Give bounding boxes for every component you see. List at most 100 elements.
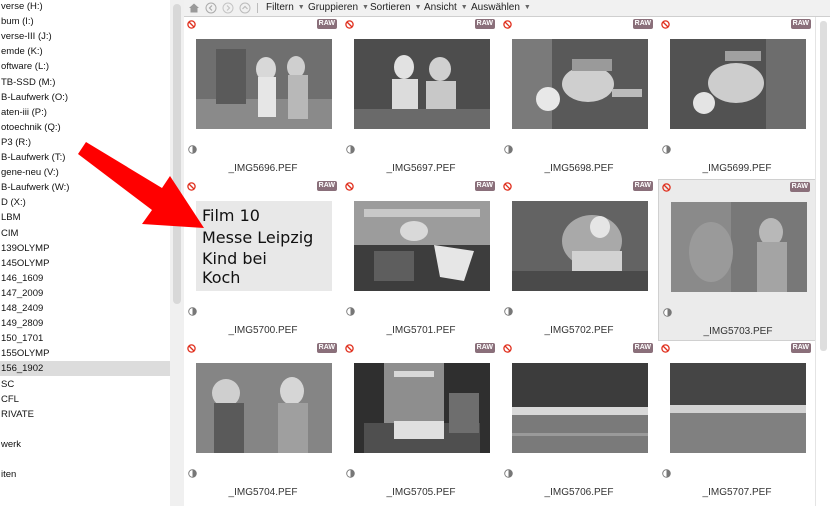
handwriting-line: Koch [202, 268, 240, 287]
thumbnail-cell[interactable]: RAW _IMG5707.PEF [658, 341, 815, 503]
sidebar-folder-item[interactable]: gene-neu (V:) [0, 165, 170, 180]
sidebar-folder-item[interactable]: B-Laufwerk (W:) [0, 180, 170, 195]
sidebar-folder-item[interactable]: CFL [0, 392, 170, 407]
half-circle-icon[interactable] [346, 307, 355, 316]
reject-flag-icon[interactable] [187, 344, 196, 353]
sidebar-folder-item[interactable]: bum (I:) [0, 14, 170, 29]
sidebar-folder-item[interactable] [0, 452, 170, 467]
thumbnail-image[interactable]: Film 10 Messe Leipzig Kind bei Koch [196, 201, 332, 291]
thumbnail-image[interactable] [354, 201, 490, 291]
thumbnail-image[interactable] [196, 363, 332, 453]
sidebar-folder-item[interactable]: 148_2409 [0, 301, 170, 316]
sidebar-folder-item[interactable]: LBM [0, 210, 170, 225]
thumbnail-filename: _IMG5706.PEF [544, 487, 614, 498]
sidebar-folder-item[interactable]: RIVATE [0, 407, 170, 422]
sidebar-scrollbar[interactable] [170, 0, 184, 506]
thumbnail-image[interactable] [354, 39, 490, 129]
sidebar-folder-item[interactable]: aten-iii (P:) [0, 105, 170, 120]
thumbnail-cell[interactable]: RAW _IMG5696.PEF [184, 17, 342, 179]
thumbnail-cell[interactable]: RAW _IMG5703.PEF [658, 179, 815, 341]
grid-scrollbar[interactable] [815, 17, 830, 506]
sidebar-scrollbar-thumb[interactable] [173, 4, 181, 304]
reject-flag-icon[interactable] [345, 20, 354, 29]
sidebar-folder-item[interactable]: B-Laufwerk (O:) [0, 90, 170, 105]
thumbnail-image[interactable] [512, 39, 648, 129]
reject-flag-icon[interactable] [345, 344, 354, 353]
sidebar-folder-item[interactable]: 156_1902 [0, 361, 170, 377]
half-circle-icon[interactable] [346, 469, 355, 478]
sidebar-folder-item[interactable]: 139OLYMP [0, 241, 170, 256]
thumbnail-image[interactable] [670, 39, 806, 129]
raw-badge: RAW [632, 19, 653, 29]
thumbnail-image[interactable] [671, 202, 807, 292]
reject-flag-icon[interactable] [661, 20, 670, 29]
sidebar-folder-item[interactable]: 155OLYMP [0, 346, 170, 361]
sidebar-folder-item[interactable]: verse-III (J:) [0, 29, 170, 44]
sidebar-folder-item[interactable]: iten [0, 467, 170, 482]
thumbnail-image[interactable] [670, 363, 806, 453]
sidebar-folder-item[interactable]: otoechnik (Q:) [0, 120, 170, 135]
reject-flag-icon[interactable] [187, 182, 196, 191]
menu-ansicht[interactable]: Ansicht ▼ [424, 1, 468, 15]
reject-flag-icon[interactable] [503, 20, 512, 29]
sidebar-folder-item[interactable]: emde (K:) [0, 44, 170, 59]
sidebar-folder-item[interactable]: B-Laufwerk (T:) [0, 150, 170, 165]
back-icon[interactable] [205, 2, 217, 14]
sidebar-folder-item[interactable]: verse (H:) [0, 0, 170, 14]
sidebar-folder-item[interactable]: werk [0, 437, 170, 452]
thumbnail-cell[interactable]: RAW _IMG5701.PEF [342, 179, 500, 341]
sidebar-folder-item[interactable]: SC [0, 377, 170, 392]
thumbnail-filename: _IMG5700.PEF [228, 325, 298, 336]
menu-sortieren[interactable]: Sortieren ▼ [370, 1, 422, 15]
grid-scrollbar-thumb[interactable] [820, 21, 827, 351]
thumbnail-cell[interactable]: RAW Film 10 Messe Leipzig Kind bei Koch _IMG5… [184, 179, 342, 341]
sidebar-folder-item[interactable]: CIM [0, 226, 170, 241]
sidebar-folder-item[interactable]: 147_2009 [0, 286, 170, 301]
sidebar-folder-item[interactable] [0, 422, 170, 437]
reject-flag-icon[interactable] [503, 344, 512, 353]
reject-flag-icon[interactable] [187, 20, 196, 29]
thumbnail-image[interactable] [354, 363, 490, 453]
thumbnail-cell[interactable]: RAW _IMG5704.PEF [184, 341, 342, 503]
sidebar-folder-item[interactable]: TB-SSD (M:) [0, 75, 170, 90]
thumbnail-cell[interactable]: RAW _IMG5699.PEF [658, 17, 815, 179]
thumbnail-cell[interactable]: RAW _IMG5706.PEF [500, 341, 658, 503]
sidebar-folder-item[interactable]: D (X:) [0, 195, 170, 210]
half-circle-icon[interactable] [663, 308, 672, 317]
half-circle-icon[interactable] [504, 145, 513, 154]
sidebar-folder-item[interactable]: 146_1609 [0, 271, 170, 286]
menu-auswaehlen-label: Auswählen [471, 2, 520, 13]
reject-flag-icon[interactable] [661, 344, 670, 353]
thumbnail-cell[interactable]: RAW _IMG5702.PEF [500, 179, 658, 341]
sidebar-folder-item[interactable]: 149_2809 [0, 316, 170, 331]
thumbnail-image[interactable] [512, 201, 648, 291]
sidebar-folder-item[interactable]: 145OLYMP [0, 256, 170, 271]
thumbnail-cell[interactable]: RAW _IMG5705.PEF [342, 341, 500, 503]
thumbnail-cell[interactable]: RAW _IMG5698.PEF [500, 17, 658, 179]
raw-badge: RAW [316, 181, 337, 191]
menu-auswaehlen[interactable]: Auswählen ▼ [471, 1, 531, 15]
half-circle-icon[interactable] [346, 145, 355, 154]
forward-icon[interactable] [222, 2, 234, 14]
half-circle-icon[interactable] [188, 145, 197, 154]
menu-filtern[interactable]: Filtern ▼ [266, 1, 305, 15]
half-circle-icon[interactable] [662, 145, 671, 154]
half-circle-icon[interactable] [188, 307, 197, 316]
half-circle-icon[interactable] [504, 469, 513, 478]
thumbnail-image[interactable] [196, 39, 332, 129]
sidebar-folder-item[interactable]: oftware (L:) [0, 59, 170, 74]
menu-gruppieren-label: Gruppieren [308, 2, 359, 13]
menu-gruppieren[interactable]: Gruppieren ▼ [308, 1, 369, 15]
reject-flag-icon[interactable] [345, 182, 354, 191]
sidebar-folder-item[interactable]: 150_1701 [0, 331, 170, 346]
sidebar-folder-item[interactable]: P3 (R:) [0, 135, 170, 150]
half-circle-icon[interactable] [504, 307, 513, 316]
thumbnail-cell[interactable]: RAW _IMG5697.PEF [342, 17, 500, 179]
home-icon[interactable] [188, 2, 200, 14]
up-icon[interactable] [239, 2, 251, 14]
thumbnail-image[interactable] [512, 363, 648, 453]
reject-flag-icon[interactable] [662, 183, 671, 192]
reject-flag-icon[interactable] [503, 182, 512, 191]
half-circle-icon[interactable] [188, 469, 197, 478]
half-circle-icon[interactable] [662, 469, 671, 478]
